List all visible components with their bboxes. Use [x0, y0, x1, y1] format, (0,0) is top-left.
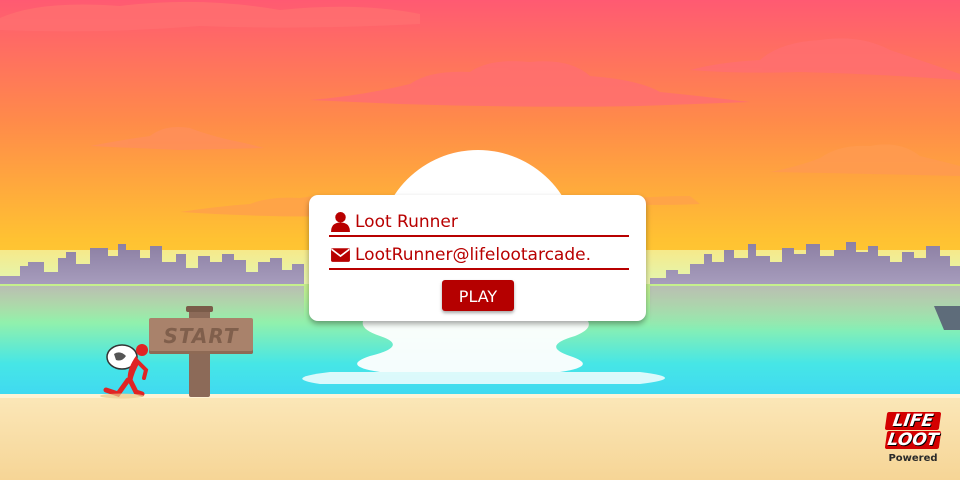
- user-icon: [331, 212, 350, 232]
- login-panel: Loot Runner LootRunner@lifelootarcade. P…: [309, 195, 646, 321]
- powered-label: Powered: [888, 453, 938, 464]
- start-sign-text: START: [163, 324, 239, 348]
- email-field[interactable]: LootRunner@lifelootarcade.: [329, 240, 629, 270]
- lifeloot-logo[interactable]: LIFE LOOT Powered: [880, 411, 946, 470]
- envelope-icon: [331, 248, 350, 262]
- player-name-value[interactable]: Loot Runner: [355, 210, 629, 234]
- logo-line-1: LIFE: [884, 411, 942, 431]
- game-stage: START Loot Runner LootRunner@lifelootarc…: [0, 0, 960, 480]
- start-sign: START: [149, 318, 253, 354]
- email-value[interactable]: LootRunner@lifelootarcade.: [355, 243, 629, 267]
- player-name-field[interactable]: Loot Runner: [329, 207, 629, 237]
- logo-line-2: LOOT: [884, 430, 942, 450]
- play-button[interactable]: PLAY: [442, 280, 514, 311]
